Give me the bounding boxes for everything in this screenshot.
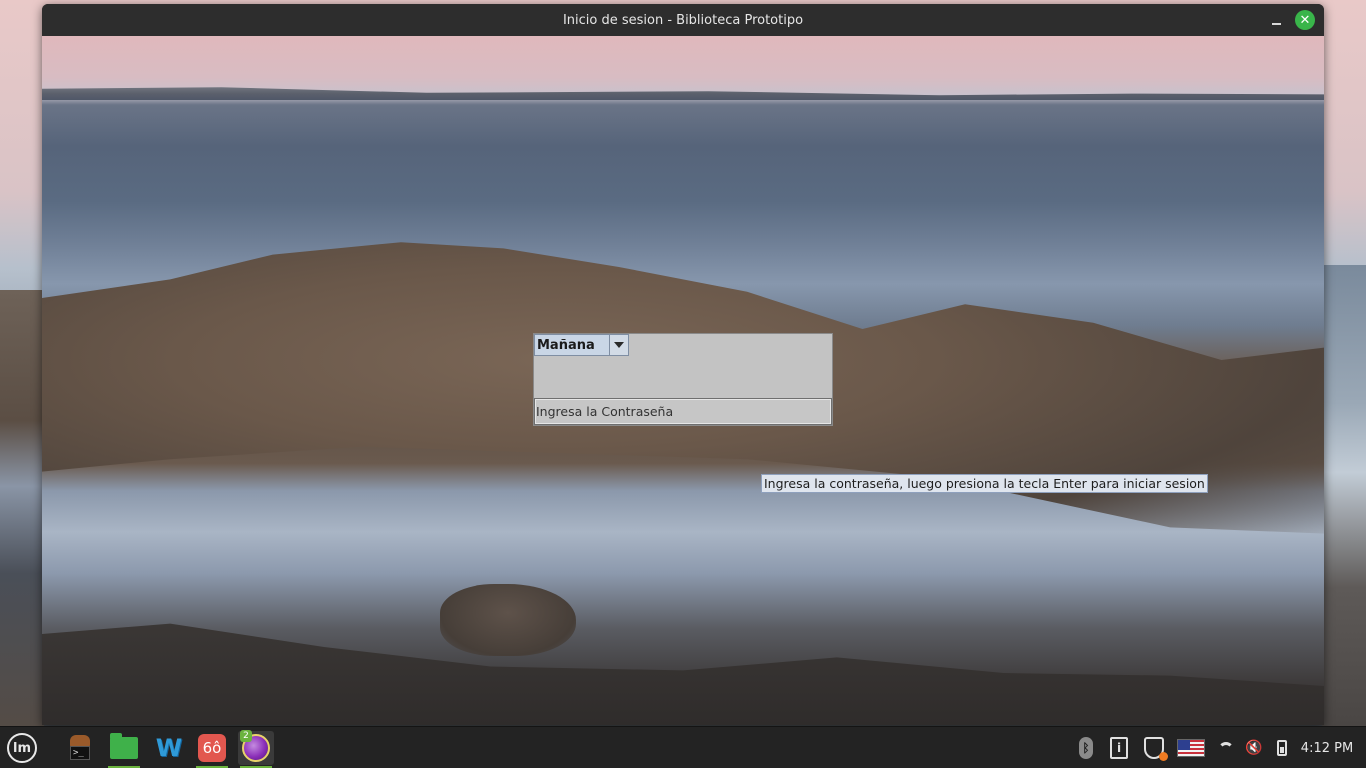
battery-icon bbox=[1277, 740, 1287, 756]
password-tooltip: Ingresa la contraseña, luego presiona la… bbox=[761, 474, 1208, 493]
login-window: Inicio de sesion - Biblioteca Prototipo … bbox=[42, 4, 1324, 725]
wallpaper-right-strip bbox=[1322, 265, 1366, 726]
tray-clock[interactable]: 4:12 PM bbox=[1296, 727, 1358, 768]
mint-logo-icon: lm bbox=[7, 733, 37, 763]
clipboard-icon: i bbox=[1110, 737, 1128, 759]
tray-volume[interactable]: 🔇 bbox=[1242, 727, 1266, 768]
w-logo-icon: W bbox=[155, 734, 183, 762]
bluetooth-icon: ᛒ bbox=[1079, 737, 1093, 759]
glasses-icon: 6ô bbox=[198, 734, 226, 762]
tray-network[interactable] bbox=[1214, 727, 1238, 768]
rocks-bottom bbox=[42, 623, 1324, 725]
terminal-icon: >_ bbox=[68, 735, 92, 761]
folder-icon bbox=[110, 733, 138, 759]
window-count-badge: 2 bbox=[240, 730, 252, 742]
shift-combobox[interactable]: Mañana bbox=[534, 334, 629, 356]
password-field[interactable]: Ingresa la Contraseña bbox=[534, 398, 832, 425]
volume-muted-icon: 🔇 bbox=[1245, 740, 1263, 756]
wallpaper-left-strip bbox=[0, 290, 44, 726]
taskbar-app-w[interactable]: W bbox=[150, 731, 186, 765]
start-menu-button[interactable]: lm bbox=[4, 731, 40, 765]
taskbar-app-glasses[interactable]: 6ô bbox=[194, 731, 230, 768]
background-image: Mañana Ingresa la Contraseña Ingresa la … bbox=[42, 36, 1324, 725]
chevron-down-icon[interactable] bbox=[609, 335, 628, 355]
us-flag-icon bbox=[1177, 739, 1205, 757]
tray-battery[interactable] bbox=[1272, 727, 1292, 768]
wifi-icon bbox=[1218, 742, 1234, 758]
taskbar-app-eclipse[interactable]: 2 bbox=[238, 730, 274, 768]
shift-combobox-value: Mañana bbox=[537, 337, 595, 353]
login-panel: Mañana Ingresa la Contraseña bbox=[533, 333, 833, 426]
window-titlebar[interactable]: Inicio de sesion - Biblioteca Prototipo … bbox=[42, 4, 1324, 36]
taskbar-app-terminal[interactable]: >_ bbox=[62, 731, 98, 765]
taskbar-app-files[interactable] bbox=[106, 731, 142, 768]
tray-keyboard-layout[interactable] bbox=[1176, 727, 1206, 768]
tray-bluetooth[interactable]: ᛒ bbox=[1074, 727, 1098, 768]
tray-update-manager[interactable] bbox=[1140, 727, 1168, 768]
taskbar: lm >_ W 6ô 2 ᛒ i 🔇 4:12 PM bbox=[0, 726, 1366, 768]
minimize-button[interactable] bbox=[1266, 10, 1286, 30]
shield-icon bbox=[1144, 737, 1168, 761]
window-title: Inicio de sesion - Biblioteca Prototipo bbox=[562, 12, 804, 28]
tray-clipboard[interactable]: i bbox=[1106, 727, 1132, 768]
rock-small bbox=[440, 584, 576, 656]
clock-time: 4:12 PM bbox=[1300, 740, 1354, 756]
distant-shoreline bbox=[42, 87, 1324, 100]
password-field-placeholder: Ingresa la Contraseña bbox=[536, 404, 674, 419]
close-button[interactable]: ✕ bbox=[1295, 10, 1315, 30]
